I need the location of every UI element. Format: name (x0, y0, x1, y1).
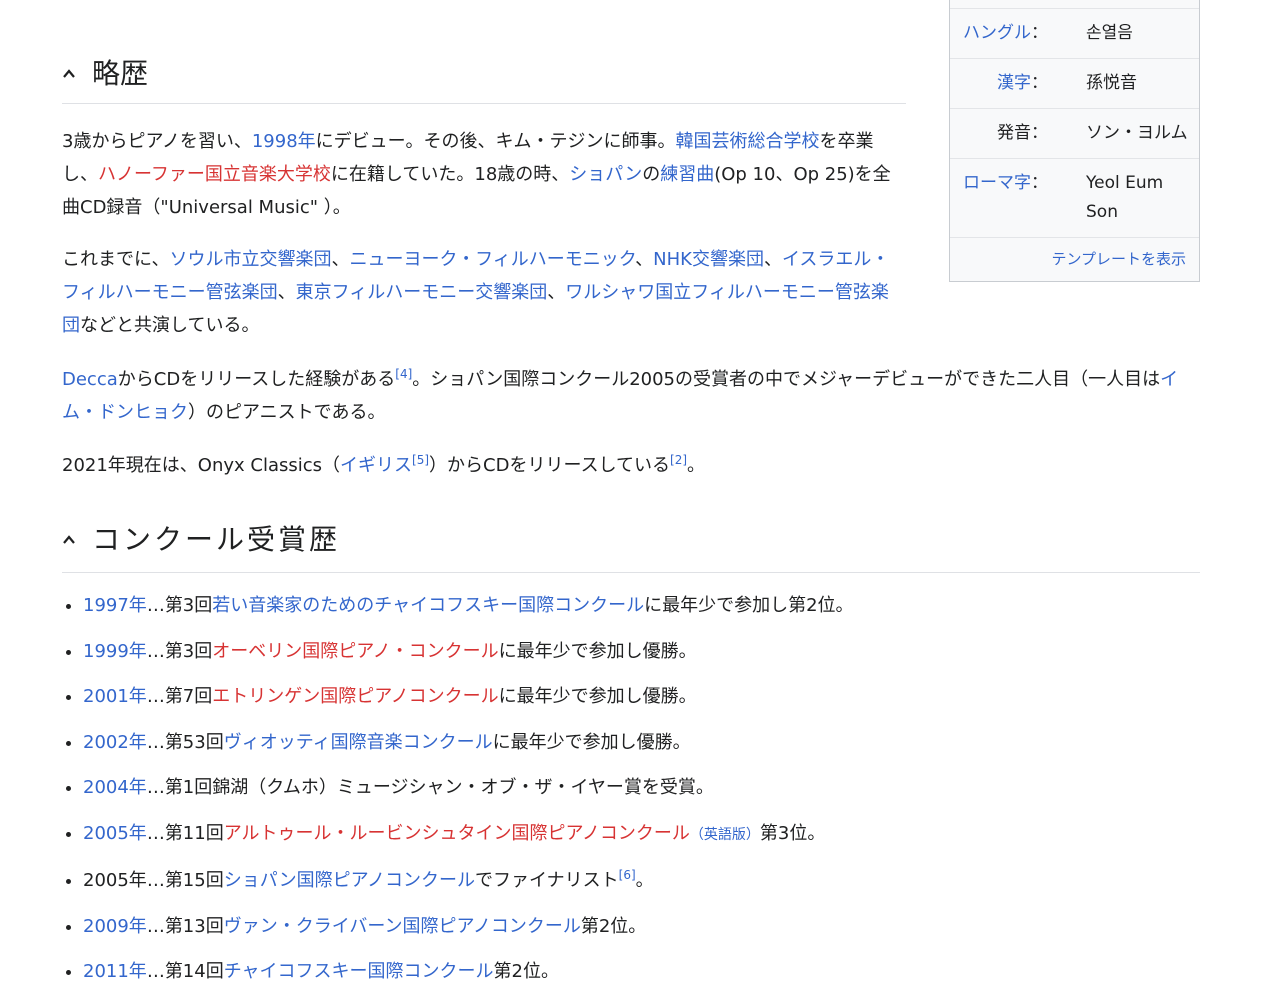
award-competition-link[interactable]: ヴィオッティ国際音楽コンクール (224, 732, 493, 753)
infobox-label-link[interactable]: 漢字 (997, 73, 1031, 93)
paragraph-1: 3歳からピアノを習い、1998年にデビュー。その後、キム・テジンに師事。韓国芸術… (62, 131, 891, 218)
infobox-label: ハングル： (950, 9, 1062, 58)
link-uk[interactable]: イギリス (340, 455, 412, 476)
award-competition-link[interactable]: ショパン国際ピアノコンクール (224, 870, 475, 891)
infobox-footer: テンプレートを表示 (950, 237, 1199, 281)
award-edition: …第7回 (146, 686, 213, 707)
infobox-colon: ： (1031, 23, 1048, 43)
award-edition: …第13回 (146, 915, 224, 937)
award-competition-link[interactable]: チャイコフスキー国際コンクール (224, 961, 494, 982)
award-result: でファイナリスト (475, 870, 619, 891)
award-year-link[interactable]: 1997年 (83, 595, 147, 616)
award-year-link[interactable]: 2005年 (83, 823, 147, 844)
award-year: 2005年 (83, 870, 147, 891)
reference-2[interactable]: [2] (670, 453, 687, 467)
award-year-link[interactable]: 2004年 (83, 777, 147, 798)
infobox-label: ローマ字： (950, 159, 1062, 237)
link-1998[interactable]: 1998年 (252, 131, 316, 152)
chevron-up-icon[interactable] (62, 67, 76, 81)
infobox-colon: ： (1031, 73, 1048, 93)
award-edition: …第15回 (146, 870, 224, 891)
award-result-end: 。 (635, 870, 654, 891)
infobox-colon: ： (1031, 123, 1048, 143)
infobox-row: 漢字： 孫悦音 (950, 58, 1199, 108)
biography-paragraphs-wide: DeccaからCDをリリースした経験がある[4]。ショパン国際コンクール2005… (62, 363, 1200, 482)
award-edition: …第53回 (146, 731, 224, 753)
reference-5[interactable]: [5] (412, 453, 429, 467)
award-edition: …第14回 (146, 961, 224, 982)
award-year-link[interactable]: 2009年 (83, 916, 147, 937)
link-hannover-univ[interactable]: ハノーファー国立音楽大学校 (98, 164, 331, 185)
infobox-label-link[interactable]: ハングル (963, 23, 1031, 43)
english-version-link[interactable]: （英語版） (690, 827, 760, 843)
infobox-label: 発音： (950, 109, 1062, 158)
award-year-link[interactable]: 2001年 (83, 686, 147, 707)
award-item: 1997年…第3回若い音楽家のためのチャイコフスキー国際コンクールに最年少で参加… (83, 589, 1200, 622)
award-year-link[interactable]: 2002年 (83, 732, 147, 753)
biography-paragraphs: 3歳からピアノを習い、1998年にデビュー。その後、キム・テジンに師事。韓国芸術… (62, 125, 906, 342)
infobox-label-text: 発音 (997, 123, 1031, 143)
award-item: 2002年…第53回ヴィオッティ国際音楽コンクールに最年少で参加し優勝。 (83, 726, 1200, 759)
award-edition: …第3回 (146, 595, 213, 616)
link-chopin[interactable]: ショパン (569, 164, 642, 185)
award-edition: …第3回 (146, 640, 213, 662)
award-year-link[interactable]: 2011年 (83, 961, 147, 982)
award-competition-link[interactable]: オーベリン国際ピアノ・コンクール (212, 641, 498, 662)
infobox-label: 漢字： (950, 59, 1062, 108)
infobox-value: ソン・ヨルム (1086, 123, 1188, 143)
award-result: 第2位。 (493, 961, 559, 982)
award-result: 第3位。 (759, 822, 826, 844)
award-competition-link[interactable]: エトリンゲン国際ピアノコンクール (212, 686, 498, 707)
award-result: 第2位。 (580, 915, 647, 937)
award-result: に最年少で参加し優勝。 (492, 731, 691, 753)
award-item: 2005年…第11回アルトゥール・ルービンシュタイン国際ピアノコンクール（英語版… (83, 817, 1200, 852)
infobox-colon: ： (1031, 173, 1048, 193)
infobox-row: ハングル： 손열음 (950, 8, 1199, 58)
section-heading-awards[interactable]: コンクール受賞歴 (62, 504, 1200, 573)
paragraph-2: これまでに、ソウル市立交響楽団、ニューヨーク・フィルハーモニック、NHK交響楽団… (62, 249, 890, 336)
section-heading-biography[interactable]: 略歴 (62, 41, 906, 104)
award-item: 2004年…第1回錦湖（クムホ）ミュージシャン・オブ・ザ・イヤー賞を受賞。 (83, 771, 1200, 804)
infobox-value: 孫悦音 (1086, 73, 1137, 93)
link-decca[interactable]: Decca (62, 369, 118, 390)
show-template-link[interactable]: テンプレートを表示 (1051, 250, 1186, 268)
section-title: 略歴 (92, 57, 149, 90)
award-item: 2001年…第7回エトリンゲン国際ピアノコンクールに最年少で参加し優勝。 (83, 680, 1200, 713)
award-year-link[interactable]: 1999年 (83, 641, 147, 662)
award-result: に最年少で参加し優勝。 (498, 686, 697, 707)
award-competition-link[interactable]: ヴァン・クライバーン国際ピアノコンクール (224, 916, 581, 937)
award-item: 2005年…第15回ショパン国際ピアノコンクールでファイナリスト[6]。 (83, 864, 1200, 897)
award-edition: …第11回 (146, 822, 224, 844)
link-ny-phil[interactable]: ニューヨーク・フィルハーモニック (349, 249, 635, 270)
award-result: に最年少で参加し第2位。 (644, 595, 854, 616)
link-etudes[interactable]: 練習曲 (660, 164, 714, 185)
paragraph-4: 2021年現在は、Onyx Classics（イギリス[5]）からCDをリリース… (62, 453, 706, 476)
infobox: ハングル： 손열음 漢字： 孫悦音 発音： ソン・ヨルム ローマ字： Yeol Eum Son… (949, 0, 1200, 282)
reference-link[interactable]: [6] (619, 868, 636, 882)
reference-6[interactable]: [6] (619, 868, 636, 882)
infobox-rows: ハングル： 손열음 漢字： 孫悦音 発音： ソン・ヨルム ローマ字： Yeol Eum Son (950, 8, 1199, 237)
infobox-value: 손열음 (1086, 23, 1133, 43)
link-korea-national-univ-arts[interactable]: 韓国芸術総合学校 (675, 131, 819, 152)
award-competition-link[interactable]: アルトゥール・ルービンシュタイン国際ピアノコンクール (224, 823, 690, 844)
infobox-label-link[interactable]: ローマ字 (963, 173, 1031, 193)
awards-list: 1997年…第3回若い音楽家のためのチャイコフスキー国際コンクールに最年少で参加… (62, 589, 1200, 1001)
award-item: 1999年…第3回オーベリン国際ピアノ・コンクールに最年少で参加し優勝。 (83, 635, 1200, 668)
link-tokyo-phil[interactable]: 東京フィルハーモニー交響楽団 (296, 282, 548, 303)
award-competition-link[interactable]: 若い音楽家のためのチャイコフスキー国際コンクール (212, 595, 644, 616)
infobox-row: 発音： ソン・ヨルム (950, 108, 1199, 158)
award-item: 2011年…第14回チャイコフスキー国際コンクール第2位。 (83, 955, 1200, 988)
link-seoul-phil[interactable]: ソウル市立交響楽団 (169, 249, 331, 270)
link-nhk-so[interactable]: NHK交響楽団 (653, 249, 764, 270)
section-title: コンクール受賞歴 (92, 523, 341, 556)
paragraph-3: DeccaからCDをリリースした経験がある[4]。ショパン国際コンクール2005… (62, 367, 1179, 423)
chevron-up-icon[interactable] (62, 533, 76, 547)
award-result: に最年少で参加し優勝。 (498, 640, 697, 662)
reference-4[interactable]: [4] (395, 367, 412, 381)
award-edition: …第1回錦湖（クムホ）ミュージシャン・オブ・ザ・イヤー賞を受賞。 (146, 777, 714, 798)
infobox-row: ローマ字： Yeol Eum Son (950, 158, 1199, 237)
award-item: 2009年…第13回ヴァン・クライバーン国際ピアノコンクール第2位。 (83, 910, 1200, 943)
infobox-value: Yeol Eum Son (1086, 173, 1164, 222)
